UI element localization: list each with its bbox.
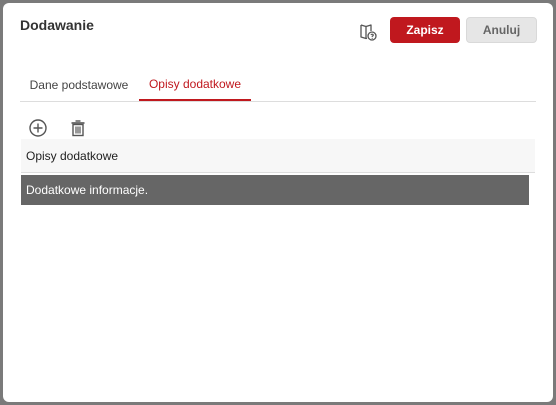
add-dialog: Dodawanie Zapisz Anuluj Dane podstawowe …	[3, 3, 553, 402]
help-book-icon	[360, 24, 377, 41]
add-circle-icon	[29, 119, 47, 137]
tab-additional-descriptions[interactable]: Opisy dodatkowe	[139, 68, 251, 101]
grid-column-header[interactable]: Opisy dodatkowe	[21, 139, 535, 173]
trash-icon	[71, 120, 85, 137]
cancel-button[interactable]: Anuluj	[466, 17, 537, 43]
add-button[interactable]	[27, 117, 49, 139]
save-button[interactable]: Zapisz	[390, 17, 460, 43]
help-book-button[interactable]	[357, 21, 379, 43]
delete-button[interactable]	[67, 117, 89, 139]
tab-bar: Dane podstawowe Opisy dodatkowe	[20, 68, 536, 102]
grid-row-selected[interactable]: Dodatkowe informacje.	[21, 175, 529, 205]
tab-basic-data[interactable]: Dane podstawowe	[20, 68, 138, 101]
dialog-title: Dodawanie	[20, 17, 94, 33]
